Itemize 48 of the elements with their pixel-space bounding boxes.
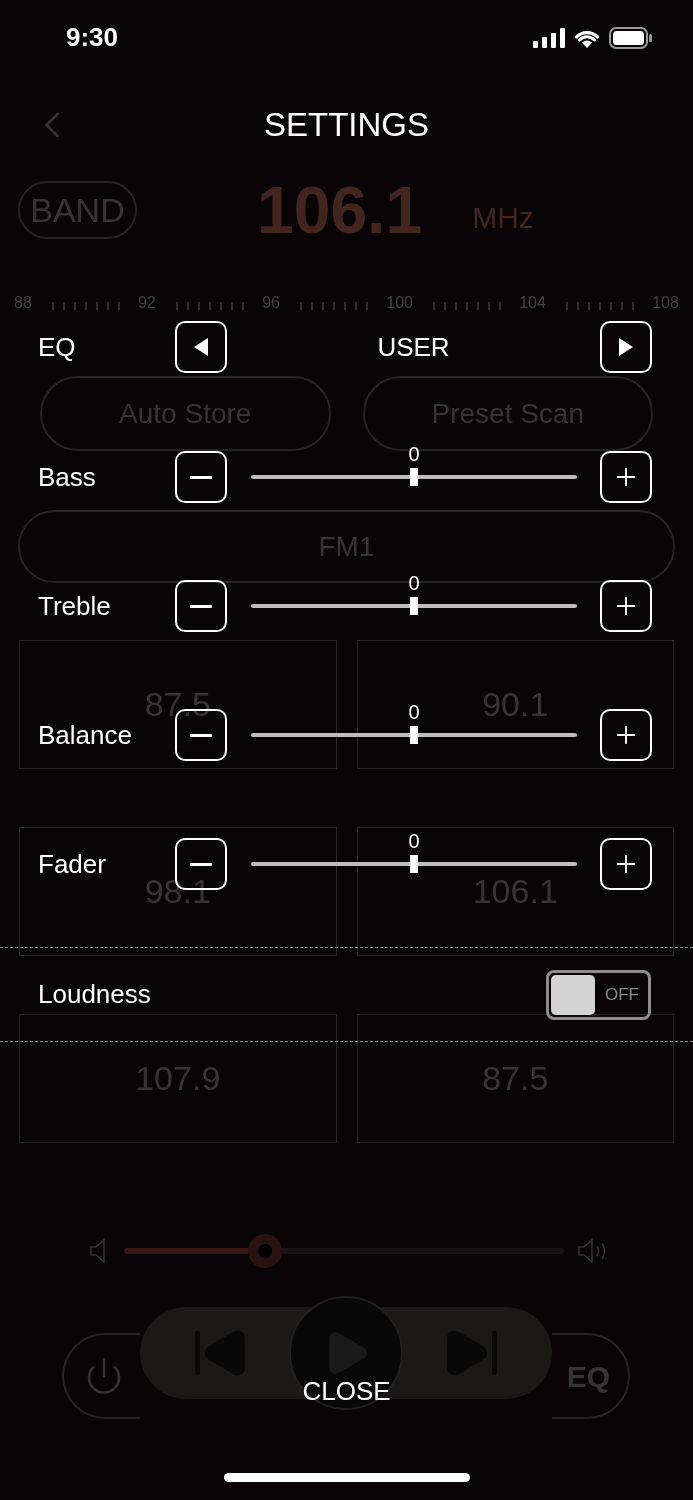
minus-icon — [190, 475, 212, 479]
eq-preset: USER — [377, 330, 450, 364]
slider-value: 0 — [408, 831, 420, 851]
increase-button[interactable] — [600, 451, 652, 503]
minus-icon — [190, 862, 212, 866]
slider-track[interactable] — [251, 855, 577, 873]
scale-label: 96 — [262, 293, 280, 313]
settings-title: SETTINGS — [264, 105, 429, 146]
previous-preset-button[interactable] — [175, 321, 227, 373]
loudness-label: Loudness — [38, 978, 151, 1011]
slider-value: 0 — [408, 702, 420, 722]
scale-label: 88 — [14, 293, 32, 313]
scale-label: 100 — [386, 293, 413, 313]
volume-thumb[interactable] — [247, 1234, 282, 1268]
slider-track[interactable] — [251, 468, 577, 486]
frequency-unit: MHz — [472, 199, 534, 236]
frequency-display: 106.1 — [257, 171, 423, 249]
increase-button[interactable] — [600, 709, 652, 761]
scale-label: 108 — [652, 293, 679, 313]
minus-icon — [190, 604, 212, 608]
battery-icon — [609, 26, 653, 49]
slider-label: Bass — [38, 460, 97, 494]
slider-label: Treble — [38, 589, 112, 623]
slider-track[interactable] — [251, 726, 577, 744]
eq-label: EQ — [38, 330, 77, 364]
status-time: 9:30 — [66, 21, 119, 54]
volume-low-icon — [90, 1238, 106, 1264]
increase-button[interactable] — [600, 838, 652, 890]
scale-label: 104 — [519, 293, 546, 313]
close-button[interactable]: CLOSE — [302, 1378, 391, 1404]
signal-icon — [533, 27, 565, 48]
slider-track[interactable] — [251, 597, 577, 615]
slider-thumb[interactable] — [410, 597, 418, 615]
loudness-toggle[interactable]: OFF — [546, 969, 651, 1020]
left-triangle-icon — [192, 337, 210, 357]
slider-thumb[interactable] — [410, 855, 418, 873]
slider-thumb[interactable] — [410, 726, 418, 744]
slider-label: Balance — [38, 718, 133, 752]
slider-thumb[interactable] — [410, 468, 418, 486]
minus-icon — [190, 733, 212, 737]
decrease-button[interactable] — [175, 580, 227, 632]
increase-button[interactable] — [600, 580, 652, 632]
decrease-button[interactable] — [175, 451, 227, 503]
right-triangle-icon — [617, 337, 635, 357]
next-preset-button[interactable] — [600, 321, 652, 373]
volume-track[interactable] — [124, 1234, 564, 1268]
scale-label: 92 — [138, 293, 156, 313]
slider-label: Fader — [38, 847, 107, 881]
